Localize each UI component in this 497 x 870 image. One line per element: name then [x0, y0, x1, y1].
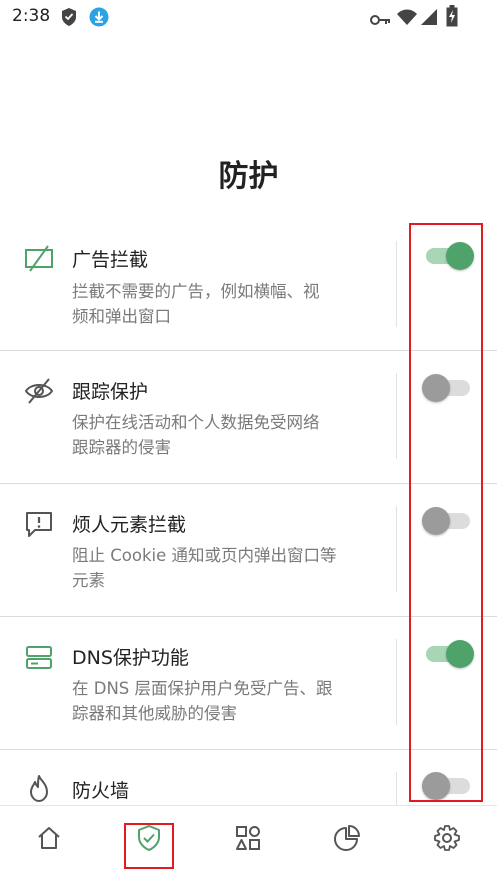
- row-separator: [396, 772, 397, 805]
- wifi-icon: [396, 8, 418, 30]
- pie-chart-icon: [334, 825, 360, 851]
- battery-charging-icon: [446, 5, 458, 31]
- row-separator: [396, 506, 397, 592]
- row-title: 广告拦截: [72, 249, 149, 271]
- row-title: 防火墙: [72, 780, 130, 802]
- row-separator: [396, 639, 397, 725]
- vpn-key-icon: [370, 11, 392, 30]
- fire-icon: [24, 773, 54, 803]
- row-description: 拦截不需要的广告，例如横幅、视 频和弹出窗口: [72, 279, 372, 329]
- row-description-line: 元素: [72, 571, 105, 590]
- row-separator: [396, 241, 397, 327]
- row-title: 跟踪保护: [72, 381, 149, 403]
- row-description-line: 跟踪器的侵害: [72, 438, 171, 457]
- shield-status-icon: [60, 7, 78, 31]
- alert-message-icon: [24, 509, 54, 539]
- row-description-line: 阻止 Cookie 通知或页内弹出窗口等: [72, 546, 337, 565]
- row-description: 阻止 Cookie 通知或页内弹出窗口等 元素: [72, 543, 372, 593]
- nav-settings[interactable]: [427, 820, 467, 856]
- protection-screen: 2:38 防护 广告拦截 拦截不需要的广告，例如横幅、视 频和弹出窗口 跟踪保护…: [0, 0, 497, 870]
- page-title: 防护: [218, 159, 279, 194]
- signal-icon: [420, 8, 438, 30]
- row-title: DNS保护功能: [72, 647, 189, 669]
- row-description: 在 DNS 层面保护用户免受广告、跟 踪器和其他威胁的侵害: [72, 676, 372, 726]
- row-separator: [396, 373, 397, 459]
- row-description-line: 拦截不需要的广告，例如横幅、视: [72, 282, 320, 301]
- row-description-line: 频和弹出窗口: [72, 307, 171, 326]
- row-description: 保护在线活动和个人数据免受网络 跟踪器的侵害: [72, 410, 372, 460]
- row-description-line: 踪器和其他威胁的侵害: [72, 704, 237, 723]
- dns-server-icon: [24, 642, 54, 672]
- nav-home[interactable]: [29, 820, 69, 856]
- ad-block-icon: [24, 243, 54, 273]
- home-icon: [38, 827, 60, 849]
- nav-protection-highlight: [124, 823, 174, 869]
- status-time: 2:38: [12, 6, 51, 26]
- row-description-line: 保护在线活动和个人数据免受网络: [72, 413, 320, 432]
- bottom-nav: [0, 805, 497, 870]
- nav-stats[interactable]: [327, 820, 367, 856]
- row-description-line: 在 DNS 层面保护用户免受广告、跟: [72, 679, 333, 698]
- row-title: 烦人元素拦截: [72, 514, 187, 536]
- download-status-icon: [89, 7, 109, 31]
- apps-grid-icon: [236, 826, 260, 850]
- eye-off-icon: [24, 376, 54, 406]
- status-bar: 2:38: [0, 0, 497, 36]
- toggles-highlight: [409, 223, 483, 802]
- nav-apps[interactable]: [228, 820, 268, 856]
- settings-gear-icon: [434, 825, 460, 851]
